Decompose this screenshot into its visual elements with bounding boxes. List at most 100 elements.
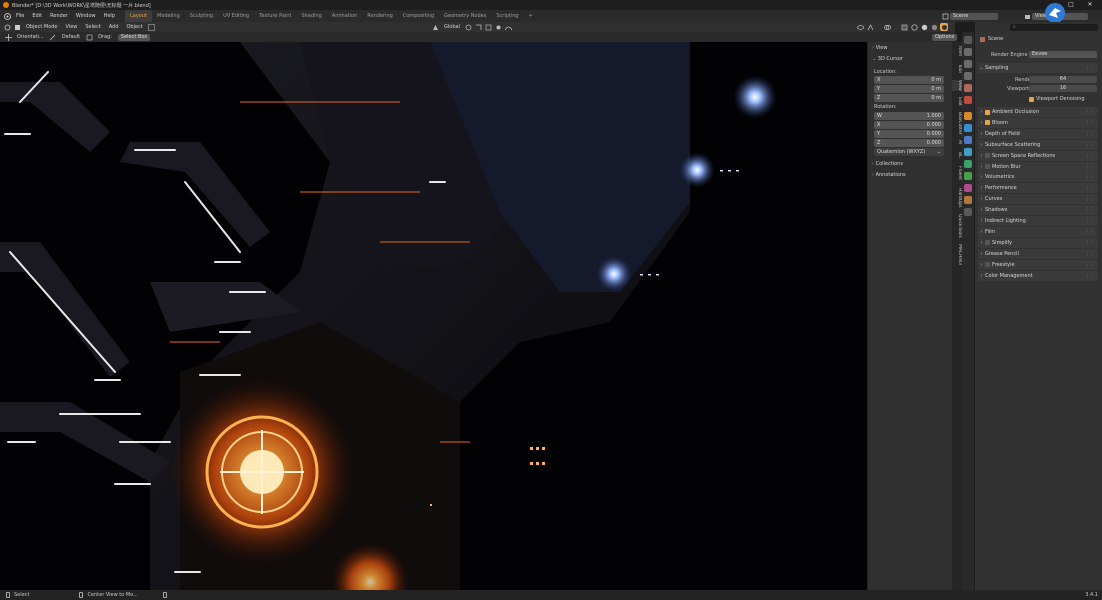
sampling-section-header[interactable]: ⌄ Sampling ⋮⋮ xyxy=(978,63,1098,73)
gizmo-toggle-icon[interactable] xyxy=(148,23,156,31)
render-tab-icon[interactable] xyxy=(964,48,972,56)
3d-viewport[interactable] xyxy=(0,42,867,590)
blender-menu-icon[interactable] xyxy=(3,12,11,20)
viewport-denoising-checkbox[interactable]: Viewport Denoising xyxy=(1029,96,1085,102)
tool-tab-icon[interactable] xyxy=(964,36,972,44)
section-indirect-lighting[interactable]: › Indirect Lighting ⋮⋮ xyxy=(978,216,1098,226)
tab-layout[interactable]: Layout xyxy=(125,10,152,22)
drag-handle-icon[interactable]: ⋮⋮ xyxy=(1085,174,1095,180)
tab-geometry-nodes[interactable]: Geometry Nodes xyxy=(439,10,491,22)
scene-field[interactable]: Scene xyxy=(950,12,998,20)
ntab-boxcutter[interactable]: BoxCutter xyxy=(952,112,962,135)
drag-handle-icon[interactable]: ⋮⋮ xyxy=(1085,262,1095,268)
drag-handle-icon[interactable]: ⋮⋮ xyxy=(1085,164,1095,170)
header-menu-select[interactable]: Select xyxy=(81,22,104,32)
header-menu-add[interactable]: Add xyxy=(105,22,123,32)
drag-handle-icon[interactable]: ⋮⋮ xyxy=(1085,109,1095,115)
section-volumetrics[interactable]: › Volumetrics ⋮⋮ xyxy=(978,172,1098,183)
drag-handle-icon[interactable]: ⋮⋮ xyxy=(1085,196,1095,202)
scene-tab-icon[interactable] xyxy=(964,84,972,92)
editor-type-icon[interactable] xyxy=(3,23,11,31)
modifier-tab-icon[interactable] xyxy=(964,124,972,132)
checkbox-icon[interactable] xyxy=(985,120,990,126)
shading-wireframe-icon[interactable] xyxy=(910,23,918,31)
rotation-z-field[interactable]: Z 0.000 xyxy=(874,139,944,147)
xray-icon[interactable] xyxy=(900,23,908,31)
physics-tab-icon[interactable] xyxy=(964,148,972,156)
tab-modeling[interactable]: Modeling xyxy=(152,10,185,22)
drag-handle-icon[interactable]: ⋮⋮ xyxy=(1085,229,1095,235)
section-color-management[interactable]: › Color Management ⋮⋮ xyxy=(978,270,1098,281)
section-performance[interactable]: › Performance ⋮⋮ xyxy=(978,183,1098,194)
view-panel-header[interactable]: › View xyxy=(872,45,887,51)
mode-dropdown[interactable]: Object Mode xyxy=(22,22,62,32)
samples-viewport-field[interactable]: 16 xyxy=(1029,85,1097,92)
tab-sculpting[interactable]: Sculpting xyxy=(185,10,218,22)
world-tab-icon[interactable] xyxy=(964,96,972,104)
section-simplify[interactable]: › Simplify ⋮⋮ xyxy=(978,237,1098,248)
object-tab-icon[interactable] xyxy=(964,112,972,120)
checkbox-icon[interactable] xyxy=(985,240,990,246)
drag-handle-icon[interactable]: ⋮⋮ xyxy=(1085,218,1095,224)
section-shadows[interactable]: › Shadows ⋮⋮ xyxy=(978,205,1098,216)
menu-help[interactable]: Help xyxy=(100,10,119,22)
visibility-icon[interactable] xyxy=(856,23,864,31)
tab-rendering[interactable]: Rendering xyxy=(362,10,398,22)
section-curves[interactable]: › Curves ⋮⋮ xyxy=(978,194,1098,205)
particles-tab-icon[interactable] xyxy=(964,136,972,144)
drag-handle-icon[interactable]: ⋮⋮ xyxy=(1085,142,1095,148)
rotation-w-field[interactable]: W 1.000 xyxy=(874,112,944,120)
section-grease-pencil[interactable]: › Grease Pencil ⋮⋮ xyxy=(978,248,1098,259)
shading-rendered-icon[interactable] xyxy=(940,23,948,31)
section-screen-space-reflections[interactable]: › Screen Space Reflections ⋮⋮ xyxy=(978,150,1098,161)
ntab-fluent[interactable]: Fluent xyxy=(952,166,962,180)
drag-handle-icon[interactable]: ⋮⋮ xyxy=(1085,120,1095,126)
transform-orientation-dropdown[interactable]: Global xyxy=(440,22,464,32)
ntab-bl[interactable]: BL xyxy=(952,152,962,158)
location-z-field[interactable]: Z 0 m xyxy=(874,94,944,102)
output-tab-icon[interactable] xyxy=(964,60,972,68)
ntab-item[interactable]: Item xyxy=(952,46,962,56)
material-tab-icon[interactable] xyxy=(964,184,972,192)
shading-material-icon[interactable] xyxy=(930,23,938,31)
rotation-mode-dropdown[interactable]: Quaternion (WXYZ) ⌄ xyxy=(874,148,944,156)
gizmo-icon[interactable] xyxy=(866,23,874,31)
checkbox-icon[interactable] xyxy=(985,164,990,169)
drag-handle-icon[interactable]: ⋮⋮ xyxy=(1085,65,1095,71)
header-menu-view[interactable]: View xyxy=(62,22,82,32)
constraints-tab-icon[interactable] xyxy=(964,160,972,168)
section-motion-blur[interactable]: › Motion Blur ⋮⋮ xyxy=(978,161,1098,172)
ntab-machin3[interactable]: MACHIN3 xyxy=(952,244,962,265)
texture-tab-icon[interactable] xyxy=(964,196,972,204)
ntab-ai[interactable]: AI xyxy=(952,140,962,144)
tab-uv-editing[interactable]: UV Editing xyxy=(218,10,254,22)
location-y-field[interactable]: Y 0 m xyxy=(874,85,944,93)
overlay-icon[interactable] xyxy=(883,23,891,31)
ntab-hardops[interactable]: HardOps xyxy=(952,188,962,208)
data-tab-icon[interactable] xyxy=(964,172,972,180)
rotation-x-field[interactable]: X 0.000 xyxy=(874,121,944,129)
view-layer-tab-icon[interactable] xyxy=(964,72,972,80)
orientation-dropdown[interactable]: Default xyxy=(58,32,84,42)
pivot-point-icon[interactable] xyxy=(465,23,473,31)
section-freestyle[interactable]: › Freestyle ⋮⋮ xyxy=(978,259,1098,270)
section-depth-of-field[interactable]: › Depth of Field ⋮⋮ xyxy=(978,128,1098,139)
drag-handle-icon[interactable]: ⋮⋮ xyxy=(1085,185,1095,191)
menu-edit[interactable]: Edit xyxy=(28,10,46,22)
menu-render[interactable]: Render xyxy=(46,10,72,22)
ntab-tool[interactable]: Tool xyxy=(952,64,962,73)
drag-handle-icon[interactable]: ⋮⋮ xyxy=(1085,153,1095,159)
rotation-y-field[interactable]: Y 0.000 xyxy=(874,130,944,138)
checkbox-icon[interactable] xyxy=(985,109,990,115)
drag-handle-icon[interactable]: ⋮⋮ xyxy=(1085,131,1095,137)
section-film[interactable]: › Film ⋮⋮ xyxy=(978,226,1098,237)
options-button[interactable]: Options xyxy=(932,33,958,41)
drag-dropdown[interactable]: Select Box xyxy=(117,33,151,41)
tab-animation[interactable]: Animation xyxy=(327,10,363,22)
ntab-view[interactable]: View xyxy=(952,80,962,91)
snap-icon[interactable] xyxy=(475,23,483,31)
properties-search-input[interactable]: ⌕ xyxy=(1010,23,1098,31)
header-menu-object[interactable]: Object xyxy=(123,22,147,32)
drag-handle-icon[interactable]: ⋮⋮ xyxy=(1085,251,1095,257)
falloff-icon[interactable] xyxy=(505,23,513,31)
